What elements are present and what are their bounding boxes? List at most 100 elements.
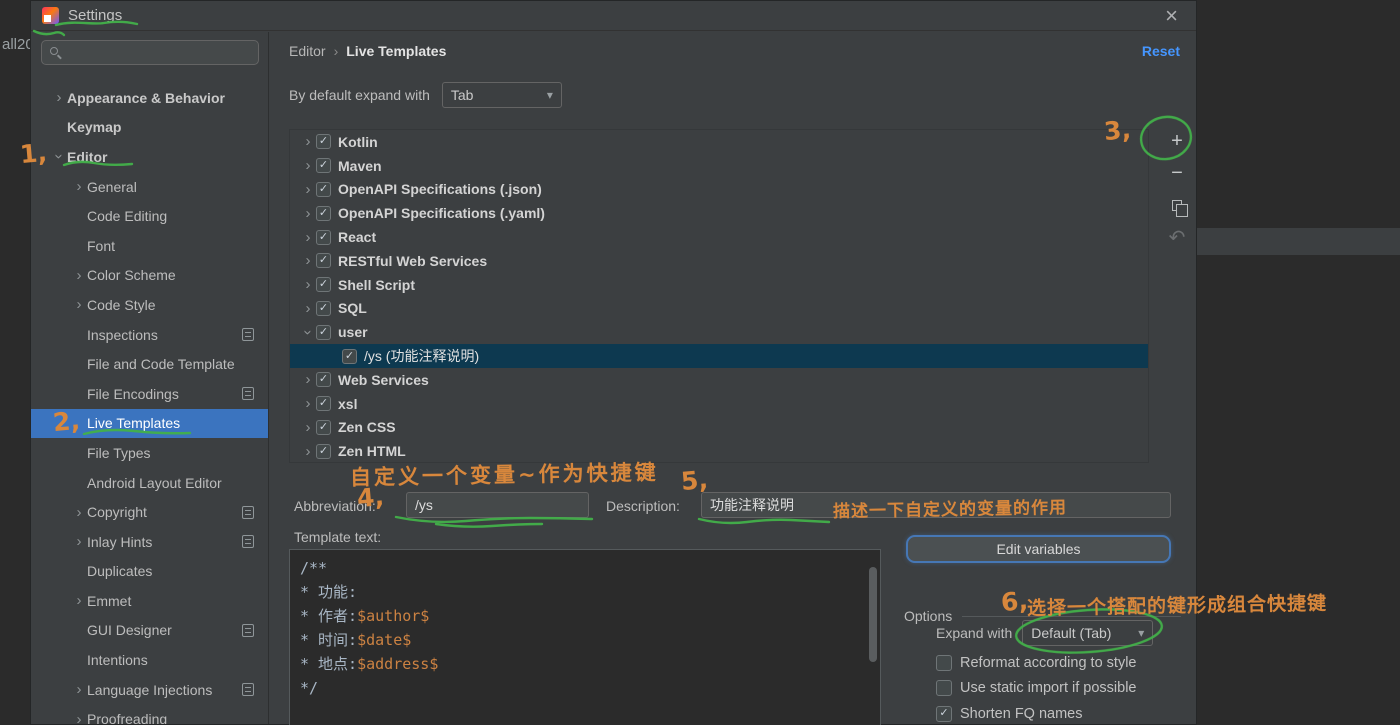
template-row-web-services[interactable]: › ✓ Web Services <box>290 368 1148 392</box>
chevron-icon[interactable]: › <box>300 371 316 388</box>
code-scrollbar[interactable] <box>869 567 877 662</box>
checkbox[interactable]: ✓ <box>316 372 331 388</box>
checkbox[interactable]: ✓ <box>316 443 331 459</box>
chevron-icon[interactable]: › <box>300 324 317 340</box>
template-row-restful-web-services[interactable]: › ✓ RESTful Web Services <box>290 249 1148 273</box>
chevron-icon[interactable]: › <box>71 296 87 313</box>
code-line: * 地点:$address$ <box>300 655 439 673</box>
sidebar-item-file-encodings[interactable]: ›File Encodings <box>31 379 268 409</box>
template-row-maven[interactable]: › ✓ Maven <box>290 154 1148 178</box>
template-row-shell-script[interactable]: › ✓ Shell Script <box>290 273 1148 297</box>
add-icon: + <box>1171 129 1183 152</box>
sidebar-item-language-injections[interactable]: › Language Injections <box>31 675 268 705</box>
template-row-sql[interactable]: › ✓ SQL <box>290 297 1148 321</box>
chevron-icon[interactable]: › <box>71 504 87 521</box>
sidebar-item-file-types[interactable]: ›File Types <box>31 438 268 468</box>
settings-search-input[interactable] <box>41 40 259 65</box>
template-row-zen-css[interactable]: › ✓ Zen CSS <box>290 416 1148 440</box>
checkbox[interactable]: ✓ <box>316 300 331 316</box>
sidebar-item-inspections[interactable]: ›Inspections <box>31 320 268 350</box>
sidebar-item-intentions[interactable]: ›Intentions <box>31 645 268 675</box>
template-row-zen-html[interactable]: › ✓ Zen HTML <box>290 439 1148 462</box>
remove-button[interactable]: − <box>1165 161 1189 185</box>
template-text-editor[interactable]: /** * 功能: * 作者:$author$ * 时间:$date$ * 地点:$ad… <box>289 549 881 725</box>
sidebar-item-live-templates[interactable]: ›Live Templates <box>31 408 268 439</box>
default-expand-label: By default expand with <box>289 87 430 103</box>
chevron-icon[interactable]: › <box>71 592 87 609</box>
option-reformat-according-to-style[interactable]: Reformat according to style <box>936 650 1137 676</box>
template-row-openapi-specifications-json[interactable]: › ✓ OpenAPI Specifications (.json) <box>290 178 1148 202</box>
chevron-icon[interactable]: › <box>300 205 316 222</box>
chevron-icon[interactable]: › <box>300 395 316 412</box>
checkbox[interactable]: ✓ <box>316 253 331 269</box>
sidebar-item-appearance-behavior[interactable]: › Appearance & Behavior <box>31 83 268 113</box>
template-row-react[interactable]: › ✓ React <box>290 225 1148 249</box>
duplicate-button[interactable] <box>1165 193 1189 217</box>
option-shorten-fq-names[interactable]: ✓ Shorten FQ names <box>936 701 1137 725</box>
close-icon[interactable]: × <box>1165 3 1178 29</box>
checkbox[interactable]: ✓ <box>342 348 357 364</box>
sidebar-item-font[interactable]: ›Font <box>31 231 268 261</box>
checkbox[interactable] <box>936 654 952 671</box>
option-use-static-import-if-possible[interactable]: Use static import if possible <box>936 676 1137 702</box>
revert-button[interactable]: ↶ <box>1165 225 1189 249</box>
template-row-label: Shell Script <box>338 276 416 293</box>
sidebar-item-gui-designer[interactable]: ›GUI Designer <box>31 616 268 646</box>
template-row-openapi-specifications-yaml[interactable]: › ✓ OpenAPI Specifications (.yaml) <box>290 201 1148 225</box>
chevron-icon[interactable]: › <box>71 711 87 724</box>
checkbox[interactable]: ✓ <box>316 181 331 197</box>
chevron-icon[interactable]: › <box>71 267 87 284</box>
sidebar-item-color-scheme[interactable]: › Color Scheme <box>31 261 268 291</box>
template-row-kotlin[interactable]: › ✓ Kotlin <box>290 130 1148 154</box>
description-input[interactable] <box>701 492 1171 518</box>
checkbox[interactable]: ✓ <box>316 324 331 340</box>
checkbox[interactable]: ✓ <box>316 396 331 412</box>
checkbox[interactable]: ✓ <box>316 205 331 221</box>
chevron-icon[interactable]: › <box>300 181 316 198</box>
checkbox[interactable]: ✓ <box>316 277 331 293</box>
chevron-icon[interactable]: › <box>71 681 87 698</box>
sidebar-item-proofreading[interactable]: › Proofreading <box>31 704 268 724</box>
expand-with-select[interactable]: Default (Tab) ▾ <box>1022 620 1154 646</box>
chevron-icon[interactable]: › <box>300 229 316 246</box>
chevron-icon[interactable]: › <box>300 419 316 436</box>
template-row-ys[interactable]: ›✓/ys (功能注释说明) <box>290 344 1148 368</box>
code-line: * 功能: <box>300 583 358 601</box>
checkbox[interactable] <box>936 680 952 697</box>
chevron-icon[interactable]: › <box>71 178 87 195</box>
checkbox[interactable]: ✓ <box>316 419 331 435</box>
sidebar-item-file-and-code-template[interactable]: ›File and Code Template <box>31 349 268 379</box>
chevron-icon[interactable]: › <box>51 89 67 106</box>
chevron-icon[interactable]: › <box>300 252 316 269</box>
sidebar-item-duplicates[interactable]: ›Duplicates <box>31 557 268 587</box>
chevron-icon[interactable]: › <box>71 533 87 550</box>
default-expand-select[interactable]: Tab ▾ <box>441 82 562 108</box>
sidebar-item-keymap[interactable]: ›Keymap <box>31 113 268 143</box>
add-button[interactable]: + <box>1165 129 1189 153</box>
chevron-icon[interactable]: › <box>300 276 316 293</box>
chevron-icon[interactable]: › <box>300 443 316 460</box>
chevron-icon[interactable]: › <box>300 157 316 174</box>
template-row-xsl[interactable]: › ✓ xsl <box>290 392 1148 416</box>
checkbox[interactable]: ✓ <box>316 134 331 150</box>
sidebar-item-code-style[interactable]: › Code Style <box>31 290 268 320</box>
template-row-user[interactable]: › ✓ user <box>290 320 1148 344</box>
chevron-icon[interactable]: › <box>300 300 316 317</box>
abbreviation-input[interactable] <box>406 492 589 518</box>
sidebar-item-emmet[interactable]: › Emmet <box>31 586 268 616</box>
sidebar-item-copyright[interactable]: › Copyright <box>31 497 268 527</box>
breadcrumb-editor[interactable]: Editor <box>289 43 326 59</box>
chevron-icon[interactable]: › <box>51 149 68 165</box>
sidebar-item-general[interactable]: › General <box>31 172 268 202</box>
sidebar-item-inlay-hints[interactable]: › Inlay Hints <box>31 527 268 557</box>
checkbox[interactable]: ✓ <box>316 229 331 245</box>
chevron-icon[interactable]: › <box>300 133 316 150</box>
checkbox[interactable]: ✓ <box>936 705 952 722</box>
sidebar-item-android-layout-editor[interactable]: ›Android Layout Editor <box>31 468 268 498</box>
reset-link[interactable]: Reset <box>1142 43 1180 59</box>
search-box <box>41 40 259 65</box>
sidebar-item-editor[interactable]: › Editor <box>31 142 268 172</box>
edit-variables-button[interactable]: Edit variables <box>906 535 1171 563</box>
sidebar-item-code-editing[interactable]: ›Code Editing <box>31 201 268 231</box>
checkbox[interactable]: ✓ <box>316 158 331 174</box>
